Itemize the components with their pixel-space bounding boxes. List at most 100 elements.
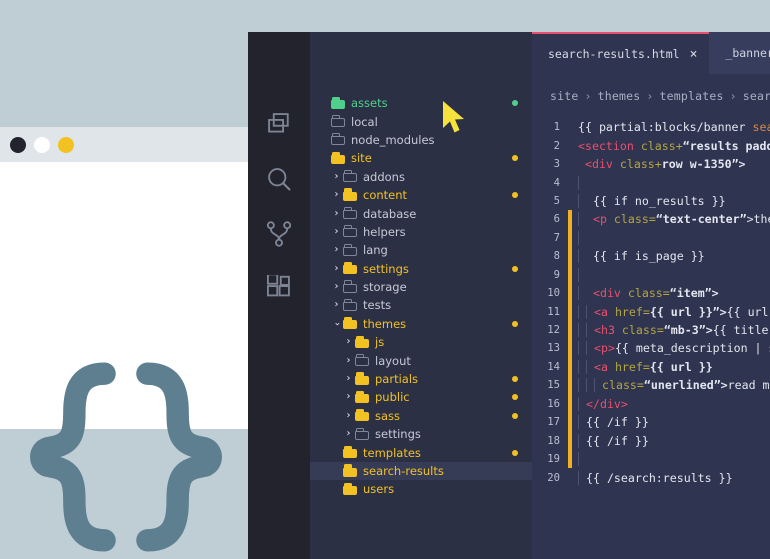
code-line[interactable]: 5 {{ if no_results }} (532, 192, 770, 210)
indent-guide (578, 415, 579, 430)
chevron-right-icon[interactable]: › (330, 245, 343, 255)
close-button[interactable] (10, 136, 26, 153)
tree-item-sass[interactable]: › sass (310, 407, 532, 425)
editor-tab[interactable]: search-results.html × (532, 32, 710, 74)
tree-item-layout[interactable]: › layout (310, 351, 532, 369)
code-line[interactable]: 1 {{ partial:blocks/banner search= (532, 118, 770, 136)
source-control-icon[interactable] (265, 220, 293, 248)
tree-item-assets[interactable]: ›assets (310, 94, 532, 112)
indent-guide (578, 359, 579, 374)
code-line[interactable]: 19 (532, 449, 770, 469)
chevron-right-icon[interactable]: › (330, 171, 343, 182)
chevron-right-icon[interactable]: › (330, 282, 343, 292)
code-line[interactable]: 17 {{ /if }} (532, 413, 770, 432)
tree-item-content[interactable]: › content (310, 186, 532, 204)
chevron-right-icon[interactable]: › (342, 410, 355, 421)
tree-item-templates[interactable]: ›templates (310, 443, 532, 461)
status-dot (512, 192, 518, 199)
chevron-right-icon[interactable]: › (330, 263, 343, 274)
indent-guide (578, 341, 579, 356)
tree-item-database[interactable]: › database (310, 204, 532, 222)
code-line[interactable]: 16 </div> (532, 394, 770, 413)
code-text (578, 230, 770, 245)
files-icon[interactable] (265, 110, 293, 138)
chevron-down-icon[interactable]: › (332, 317, 343, 330)
code-line[interactable]: 2 <section class+“results padding- (532, 136, 770, 154)
tree-item-settings[interactable]: › settings (310, 425, 532, 443)
line-number: 5 (553, 194, 560, 207)
editor-tabbar[interactable]: search-results.html × _banner.s (532, 32, 770, 74)
code-line[interactable]: 6 <p class=“text-center”>there a (532, 210, 770, 229)
folder-icon (343, 317, 357, 330)
editor-tab[interactable]: _banner.s (709, 32, 770, 74)
tree-item-tests[interactable]: › tests (310, 296, 532, 314)
tree-item-storage[interactable]: › storage (310, 278, 532, 296)
tree-item-search-results[interactable]: ›search-results (310, 461, 532, 481)
tree-item-users[interactable]: ›users (310, 480, 532, 498)
tree-item-label: helpers (363, 224, 406, 239)
code-line[interactable]: 4 (532, 173, 770, 191)
minimize-button[interactable] (34, 136, 50, 153)
tree-item-public[interactable]: › public (310, 388, 532, 406)
chevron-right-icon[interactable]: › (330, 226, 343, 237)
code-token: class= (613, 212, 656, 227)
code-line[interactable]: 7 (532, 228, 770, 248)
breadcrumb-separator-icon: › (729, 89, 737, 103)
code-token: <p (586, 212, 614, 227)
code-token: {{ if is_page }} (586, 249, 705, 264)
code-line[interactable]: 10 <div class=“item”> (532, 283, 770, 303)
file-explorer[interactable]: ›assets›local›node_modules›site›addons›c… (310, 32, 532, 559)
breadcrumb-segment[interactable]: site (550, 89, 579, 103)
code-line[interactable]: 9 (532, 265, 770, 284)
line-number: 10 (547, 287, 560, 300)
tree-item-label: content (363, 188, 408, 203)
code-text: {{ if no_results }} (578, 193, 770, 208)
chevron-right-icon[interactable]: › (330, 190, 343, 200)
breadcrumb-segment[interactable]: templates (660, 89, 724, 103)
code-line[interactable]: 8 {{ if is_page }} (532, 247, 770, 266)
extensions-icon[interactable] (265, 275, 293, 303)
code-line[interactable]: 13 <p>{{ meta_description | safe (532, 339, 770, 358)
tree-item-helpers[interactable]: › helpers (310, 223, 532, 241)
chevron-right-icon[interactable]: › (342, 374, 355, 384)
code-line[interactable]: 20 {{ /search:results }} (532, 468, 770, 486)
code-line[interactable]: 11 <a href={{ url }}”>{{ url }}< (532, 302, 770, 321)
tree-item-local[interactable]: ›local (310, 112, 532, 130)
code-line[interactable]: 12 <h3 class=“mb-3”>{{ title }}< (532, 320, 770, 340)
breadcrumb-segment[interactable]: search-re (743, 89, 770, 103)
code-area[interactable]: 1 {{ partial:blocks/banner search= 2 <secti… (532, 118, 770, 559)
change-indicator (568, 283, 572, 303)
tab-close-icon[interactable]: × (690, 48, 698, 61)
breadcrumb-segment[interactable]: themes (598, 89, 641, 103)
chevron-right-icon[interactable]: › (342, 337, 355, 347)
tree-item-themes[interactable]: › themes (310, 315, 532, 333)
chevron-right-icon[interactable]: › (342, 429, 355, 439)
tree-item-js[interactable]: › js (310, 333, 532, 351)
breadcrumb[interactable]: site › themes › templates › search-re (532, 74, 770, 118)
code-line[interactable]: 18 {{ /if }} (532, 431, 770, 450)
tree-item-partials[interactable]: › partials (310, 370, 532, 388)
code-token: </div> (586, 396, 628, 411)
search-icon[interactable] (265, 165, 293, 193)
tree-item-label: settings (375, 427, 421, 442)
code-line[interactable]: 3 <div class+row w-1350”> (532, 155, 770, 173)
change-indicator (568, 320, 572, 340)
chevron-right-icon[interactable]: › (342, 392, 355, 402)
code-line[interactable]: 15 class=“unerlined”>read more (532, 376, 770, 395)
chevron-right-icon[interactable]: › (330, 208, 343, 219)
maximize-button[interactable] (58, 136, 74, 153)
code-token: <div (578, 157, 620, 172)
tree-item-site[interactable]: ›site (310, 149, 532, 167)
chevron-right-icon[interactable]: › (342, 355, 355, 366)
tree-item-lang[interactable]: › lang (310, 241, 532, 259)
tree-item-node-modules[interactable]: ›node_modules (310, 131, 532, 149)
indent-guide (578, 378, 579, 393)
status-dot (512, 412, 518, 419)
indent-guide (594, 378, 595, 393)
tree-item-settings[interactable]: › settings (310, 260, 532, 278)
code-line[interactable]: 14 <a href={{ url }} (532, 357, 770, 377)
code-token: {{ /if }} (586, 433, 649, 448)
chevron-right-icon[interactable]: › (330, 300, 343, 310)
tree-item-addons[interactable]: › addons (310, 168, 532, 186)
folder-icon (355, 335, 369, 348)
